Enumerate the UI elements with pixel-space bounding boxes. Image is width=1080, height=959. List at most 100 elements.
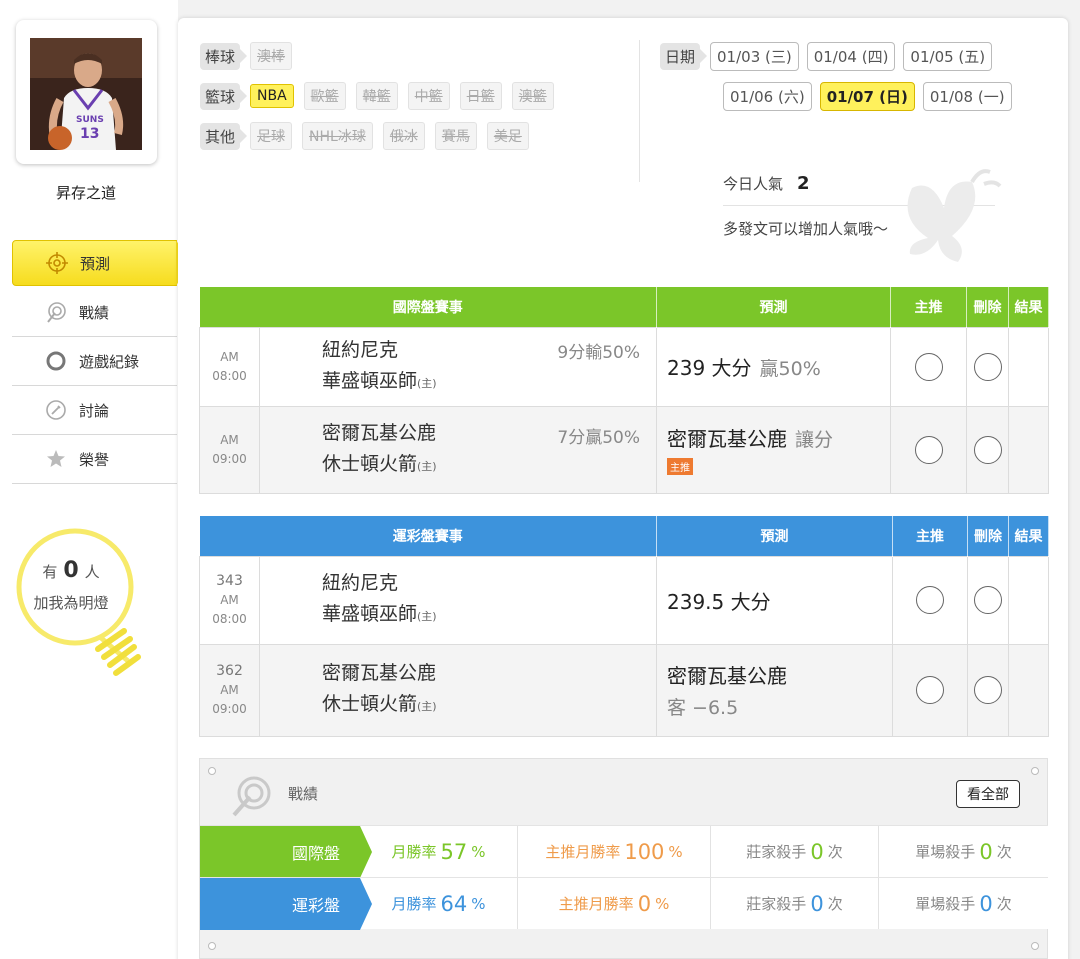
- sidebar-item-record[interactable]: 戰績: [12, 288, 177, 337]
- popularity-tip: 多發文可以增加人氣哦～: [723, 220, 889, 238]
- time: 09:00: [212, 701, 247, 716]
- chip-aus-baseball[interactable]: 澳棒: [250, 42, 293, 70]
- lottery-odds-table: 運彩盤賽事 預測 主推 刪除 結果 343 AM 08:00 紐約尼克 華盛頓巫師(主…: [199, 516, 1049, 737]
- chip-russia-hockey[interactable]: 俄冰: [382, 122, 425, 150]
- date-chip-selected[interactable]: 01/07 (日): [819, 82, 915, 111]
- chip-nhl[interactable]: NHL冰球: [302, 122, 373, 150]
- handicap: 9分輸50%: [557, 342, 640, 363]
- prediction-main: 239.5 大分: [667, 589, 771, 614]
- corner-dot: [1031, 767, 1039, 775]
- table-row: AM 08:00 紐約尼克 華盛頓巫師(主) 9分輸50% 239 大分 贏50%: [199, 326, 1049, 407]
- date-chip[interactable]: 01/05 (五): [903, 42, 993, 71]
- result-cell: [1008, 405, 1049, 494]
- prediction-line: 客 −6.5: [667, 697, 739, 719]
- sidebar-item-label: 預測: [80, 254, 111, 273]
- home-mark: (主): [417, 610, 437, 623]
- delete-radio[interactable]: [973, 435, 1002, 464]
- col-header-match: 運彩盤賽事: [199, 516, 657, 556]
- chip-soccer[interactable]: 足球: [250, 122, 293, 150]
- percent-sign: %: [471, 894, 486, 913]
- date-row-1: 日期 01/03 (三) 01/04 (四) 01/05 (五): [660, 42, 1000, 71]
- result-cell: [1008, 643, 1049, 737]
- svg-text:13: 13: [80, 126, 99, 142]
- intl-odds-table: 國際盤賽事 預測 主推 刪除 結果 AM 08:00 紐約尼克 華盛頓巫師(主) 9…: [199, 287, 1049, 494]
- filter-label-other: 其他: [200, 122, 248, 150]
- date-chip[interactable]: 01/08 (一): [922, 82, 1012, 111]
- match-teams: 密爾瓦基公鹿 休士頓火箭(主) 7分贏50%: [259, 405, 657, 494]
- sidebar-item-label: 戰績: [79, 303, 110, 322]
- sidebar-item-label: 榮譽: [79, 450, 110, 469]
- col-header-predict: 預測: [656, 516, 893, 556]
- delete-cell: [966, 326, 1009, 407]
- chip-nba[interactable]: NBA: [250, 84, 294, 108]
- prediction-sub: 贏50%: [759, 358, 821, 380]
- follower-number: 0: [63, 558, 79, 583]
- banker-killer: 莊家殺手 0 次: [711, 878, 879, 929]
- percent-sign: %: [655, 894, 670, 913]
- table-row: 343 AM 08:00 紐約尼克 華盛頓巫師(主) 239.5 大分: [199, 555, 1049, 645]
- date-chip[interactable]: 01/04 (四): [806, 42, 896, 71]
- main-pick-cell: [892, 643, 968, 737]
- ampm: AM: [220, 682, 239, 697]
- date-chip[interactable]: 01/03 (三): [710, 42, 799, 71]
- filter-basketball: 籃球 NBA 歐籃 韓籃 中籃 日籃 澳籃: [200, 82, 564, 110]
- single-value: 0: [979, 891, 993, 916]
- prediction: 239.5 大分: [656, 555, 893, 645]
- month-rate-label: 月勝率: [391, 895, 437, 913]
- delete-radio[interactable]: [973, 352, 1002, 381]
- sidebar-item-honor[interactable]: 榮譽: [12, 435, 177, 484]
- follower-prefix: 有: [42, 563, 58, 581]
- record-row-intl: 國際盤 月勝率 57% 主推月勝率 100% 莊家殺手 0 次 單場殺手 0 次: [200, 825, 1048, 878]
- corner-dot: [1031, 942, 1039, 950]
- record-title: 戰績: [288, 785, 319, 803]
- main-pick-radio[interactable]: [916, 676, 944, 704]
- circle-icon: [45, 350, 67, 372]
- delete-cell: [966, 405, 1009, 494]
- ampm: AM: [220, 432, 239, 447]
- prediction-main: 239 大分: [667, 356, 752, 380]
- username: 昇存之道: [55, 184, 116, 202]
- corner-dot: [208, 942, 216, 950]
- delete-radio[interactable]: [974, 586, 1002, 614]
- single-killer: 單場殺手 0 次: [879, 878, 1048, 929]
- delete-radio[interactable]: [974, 676, 1002, 704]
- follow-caption[interactable]: 加我為明燈: [12, 592, 130, 613]
- home-team: 華盛頓巫師: [322, 603, 418, 625]
- divider: [639, 40, 640, 182]
- chip-euro-basketball[interactable]: 歐籃: [303, 82, 346, 110]
- chip-korea-basketball[interactable]: 韓籃: [355, 82, 398, 110]
- percent-sign: %: [668, 842, 683, 861]
- chip-japan-basketball[interactable]: 日籃: [459, 82, 502, 110]
- view-all-button[interactable]: 看全部: [956, 780, 1020, 808]
- sidebar-nav: 預測 戰績 遊戲紀錄 討論 榮譽: [12, 240, 190, 484]
- match-time: AM 08:00: [199, 326, 260, 407]
- popularity: 今日人氣 2: [723, 173, 810, 194]
- main-rate-label: 主推月勝率: [558, 895, 634, 913]
- record-row-label: 運彩盤: [200, 878, 372, 930]
- record-summary: 戰績 看全部 國際盤 月勝率 57% 主推月勝率 100% 莊家殺手 0 次 單場殺手 0…: [199, 758, 1048, 959]
- chip-american-football[interactable]: 美足: [486, 122, 529, 150]
- banker-label: 莊家殺手: [746, 843, 807, 861]
- sidebar-item-discussion[interactable]: 討論: [12, 386, 177, 435]
- match-teams: 紐約尼克 華盛頓巫師(主): [259, 555, 657, 645]
- chip-china-basketball[interactable]: 中籃: [407, 82, 450, 110]
- main-pick-radio[interactable]: [916, 586, 944, 614]
- ampm: AM: [220, 592, 239, 607]
- chip-horse-racing[interactable]: 賽馬: [434, 122, 477, 150]
- sidebar-item-game-history[interactable]: 遊戲紀錄: [12, 337, 177, 386]
- month-win-rate: 月勝率 57%: [360, 826, 518, 877]
- date-chip[interactable]: 01/06 (六): [723, 82, 812, 111]
- banker-value: 0: [810, 839, 824, 864]
- record-target-icon: [232, 776, 271, 817]
- time: 09:00: [212, 451, 247, 466]
- table-row: AM 09:00 密爾瓦基公鹿 休士頓火箭(主) 7分贏50% 密爾瓦基公鹿 讓分 主推: [199, 405, 1049, 494]
- single-label: 單場殺手: [915, 843, 976, 861]
- avatar[interactable]: SUNS 13: [30, 38, 142, 150]
- main-pick-radio[interactable]: [914, 352, 943, 381]
- svg-text:SUNS: SUNS: [76, 115, 104, 125]
- medal-icon: [45, 448, 67, 470]
- month-rate-value: 57: [440, 839, 468, 864]
- main-pick-radio[interactable]: [914, 435, 943, 464]
- sidebar-item-predict[interactable]: 預測: [12, 240, 190, 286]
- chip-aus-basketball[interactable]: 澳籃: [511, 82, 554, 110]
